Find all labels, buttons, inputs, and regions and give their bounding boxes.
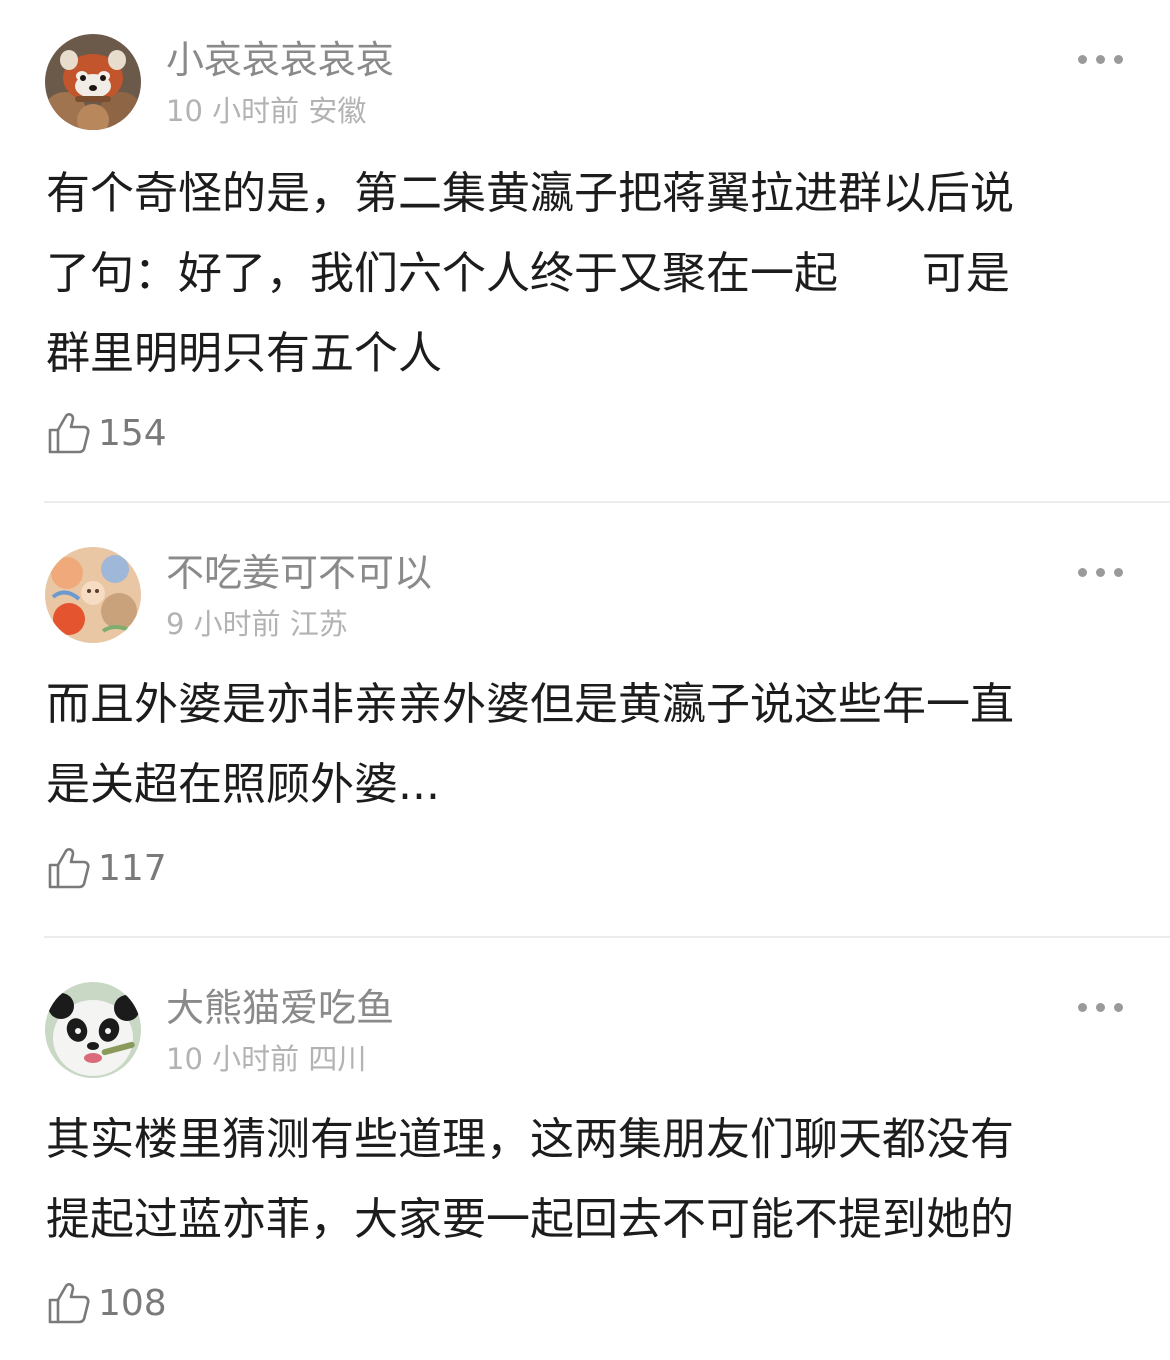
like-count: 108 — [98, 1282, 167, 1324]
illustration-avatar — [45, 547, 141, 643]
thumbs-up-icon — [48, 848, 90, 889]
comment-line: 是关超在照顾外婆... — [46, 759, 440, 810]
red-panda-avatar — [45, 34, 141, 130]
user-avatar[interactable] — [45, 34, 141, 130]
like-button[interactable]: 108 — [46, 1278, 167, 1328]
like-count: 154 — [98, 412, 167, 454]
comment-line: 了句：好了，我们六个人终于又聚在一起 可是 — [46, 248, 1010, 299]
user-avatar[interactable] — [45, 982, 141, 1078]
panda-avatar — [45, 982, 141, 1078]
like-button[interactable]: 117 — [46, 843, 167, 893]
comment-body: 其实楼里猜测有些道理，这两集朋友们聊天都没有 提起过蓝亦菲，大家要一起回去不可能… — [46, 1100, 1131, 1260]
comment-meta: 10 小时前 四川 — [166, 1042, 366, 1076]
user-avatar[interactable] — [45, 547, 141, 643]
comment-item: 不吃姜可不可以 9 小时前 江苏 而且外婆是亦非亲亲外婆但是黄瀛子说这些年一直 … — [0, 503, 1170, 937]
comment-time: 9 小时前 — [166, 607, 281, 641]
username[interactable]: 不吃姜可不可以 — [166, 551, 432, 595]
more-dots-icon[interactable] — [1078, 1000, 1124, 1014]
thumbs-up-icon — [48, 413, 90, 454]
comment-body: 有个奇怪的是，第二集黄瀛子把蒋翼拉进群以后说 了句：好了，我们六个人终于又聚在一… — [46, 154, 1131, 394]
username[interactable]: 小哀哀哀哀哀 — [166, 38, 394, 82]
comment-time: 10 小时前 — [166, 1042, 300, 1076]
thumbs-up-icon — [48, 1283, 90, 1324]
comment-line: 提起过蓝亦菲，大家要一起回去不可能不提到她的 — [46, 1194, 1014, 1245]
username[interactable]: 大熊猫爱吃鱼 — [166, 986, 394, 1030]
more-dots-icon[interactable] — [1078, 52, 1124, 66]
comment-location: 四川 — [308, 1042, 367, 1076]
comment-meta: 10 小时前 安徽 — [166, 94, 366, 128]
comment-item: 大熊猫爱吃鱼 10 小时前 四川 其实楼里猜测有些道理，这两集朋友们聊天都没有 … — [0, 938, 1170, 1360]
like-count: 117 — [98, 847, 167, 889]
comment-meta: 9 小时前 江苏 — [166, 607, 348, 641]
comment-time: 10 小时前 — [166, 94, 300, 128]
like-button[interactable]: 154 — [46, 408, 167, 458]
comment-body: 而且外婆是亦非亲亲外婆但是黄瀛子说这些年一直 是关超在照顾外婆... — [46, 665, 1131, 825]
more-dots-icon[interactable] — [1078, 565, 1124, 579]
comment-line: 群里明明只有五个人 — [46, 328, 442, 379]
comment-line: 其实楼里猜测有些道理，这两集朋友们聊天都没有 — [46, 1114, 1014, 1165]
comment-location: 江苏 — [289, 607, 348, 641]
comment-line: 有个奇怪的是，第二集黄瀛子把蒋翼拉进群以后说 — [46, 168, 1014, 219]
comment-location: 安徽 — [308, 94, 367, 128]
comment-item: 小哀哀哀哀哀 10 小时前 安徽 有个奇怪的是，第二集黄瀛子把蒋翼拉进群以后说 … — [0, 0, 1170, 500]
comment-line: 而且外婆是亦非亲亲外婆但是黄瀛子说这些年一直 — [46, 679, 1014, 730]
